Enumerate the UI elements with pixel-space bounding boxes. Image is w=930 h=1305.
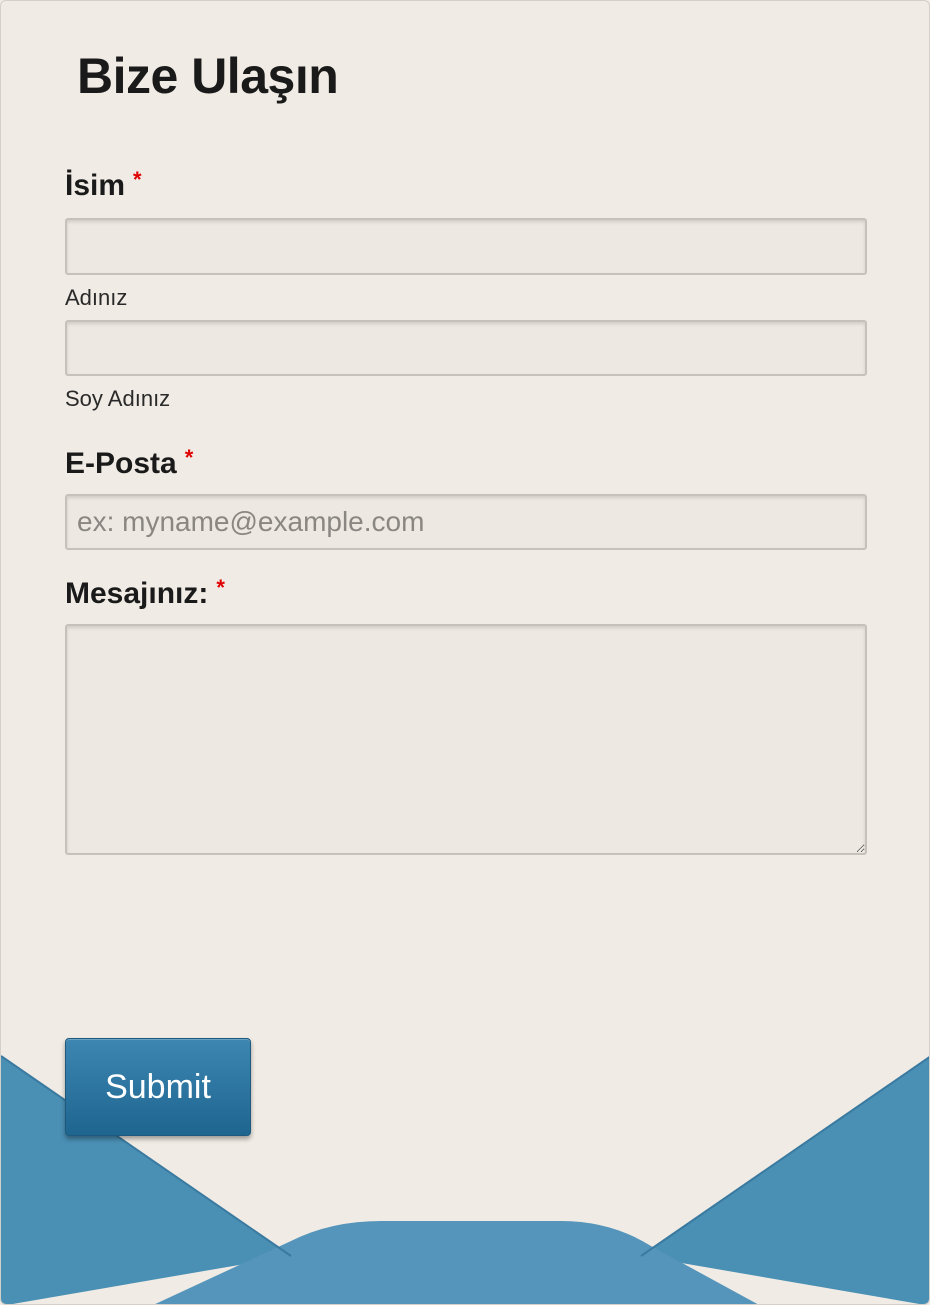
name-required-mark: * (133, 167, 142, 192)
form-title: Bize Ulaşın (77, 48, 339, 104)
email-label-text: E-Posta (65, 447, 177, 480)
email-label: E-Posta * (65, 445, 194, 481)
contact-form-card: Bize Ulaşın İsim * Adınız Soy Adınız E-Po… (0, 0, 930, 1305)
first-name-sublabel: Adınız (65, 285, 128, 310)
submit-button[interactable]: Submit (65, 1038, 251, 1136)
last-name-sublabel: Soy Adınız (65, 386, 171, 411)
first-name-input[interactable] (65, 218, 867, 275)
email-required-mark: * (184, 445, 194, 470)
name-label: İsim * (65, 167, 142, 203)
message-label: Mesajınız: * (65, 575, 225, 611)
message-label-text: Mesajınız: (65, 577, 209, 610)
message-required-mark: * (216, 575, 225, 600)
name-label-text: İsim (65, 169, 126, 202)
message-textarea[interactable] (65, 624, 867, 855)
email-input[interactable] (65, 494, 867, 550)
last-name-input[interactable] (65, 320, 867, 376)
